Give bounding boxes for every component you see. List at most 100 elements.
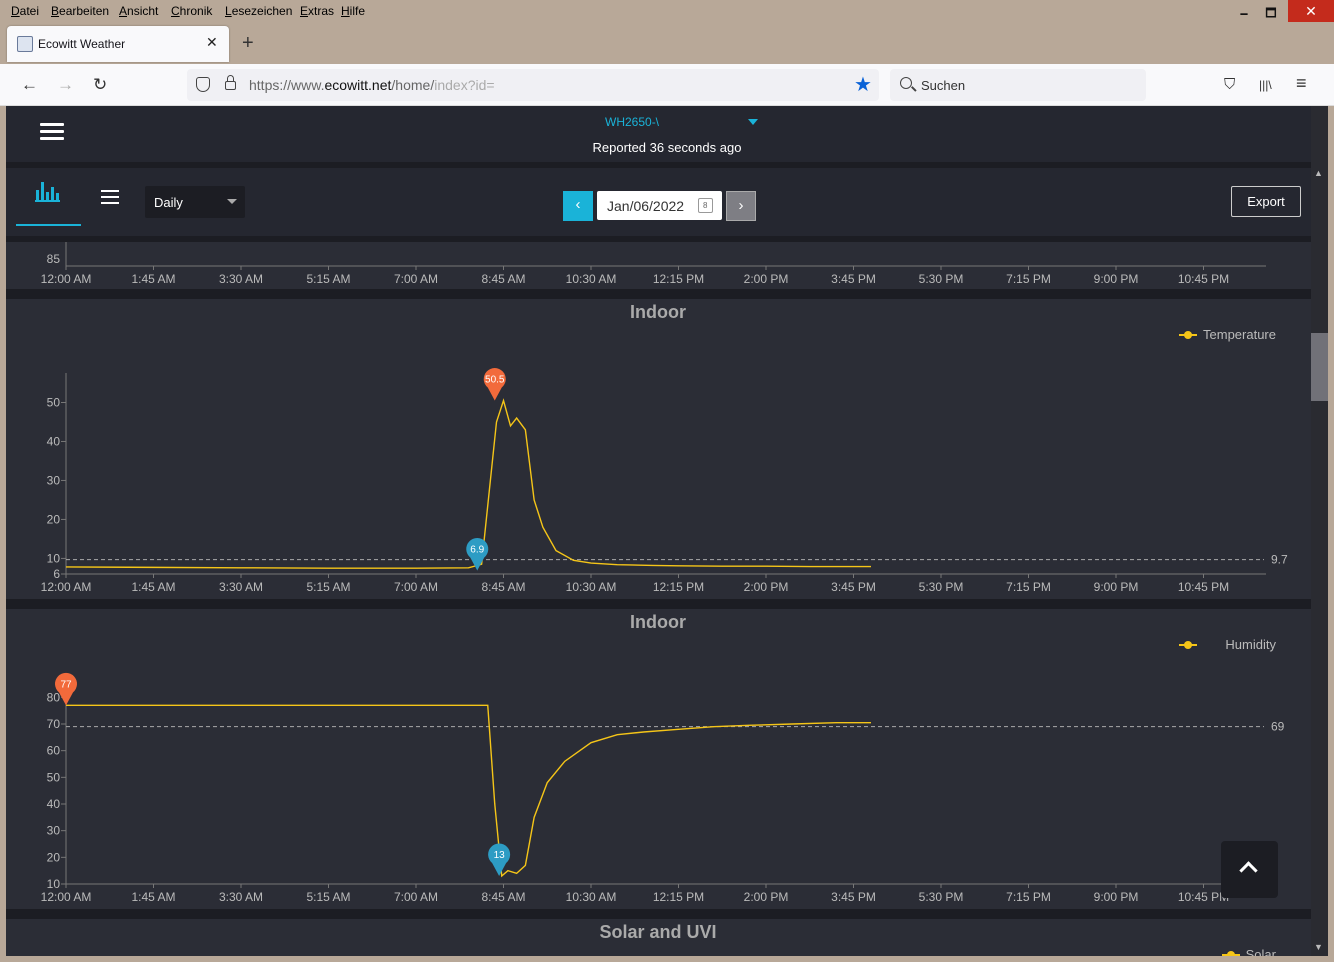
x-tick-label: 12:00 AM <box>41 890 92 904</box>
menu-extras[interactable]: Extras <box>300 4 334 18</box>
address-bar[interactable]: https://www.ecowitt.net/home/index?id= ★ <box>187 69 879 101</box>
series-line-humidity <box>66 704 871 878</box>
forward-arrow-icon[interactable]: → <box>57 75 74 95</box>
date-input[interactable]: Jan/06/2022 8 <box>597 191 722 220</box>
chart-view-tab[interactable] <box>16 168 81 226</box>
y-tick-label: 80 <box>47 690 61 704</box>
scroll-down-arrow-icon[interactable]: ▼ <box>1314 942 1323 952</box>
window-border-bottom <box>0 956 1334 962</box>
chart-indoor-temperature: Indoor Temperature 50 40 30 20 10 612:00 AM 1:45… <box>41 302 1288 594</box>
reload-icon[interactable]: ↻ <box>93 75 107 95</box>
scroll-up-arrow-icon[interactable]: ▲ <box>1314 168 1323 178</box>
y-tick-label: 40 <box>47 434 61 448</box>
chart-solar-uvi: Solar and UVI Solar <box>599 922 1277 956</box>
y-tick-label: 60 <box>47 744 61 758</box>
max-marker-label: 50.5 <box>485 375 505 386</box>
min-marker-label: 13 <box>494 850 506 861</box>
x-tick-label: 5:30 PM <box>919 580 964 594</box>
app-header: WH2650-\ Reported 36 seconds ago <box>6 106 1311 162</box>
export-button[interactable]: Export <box>1231 186 1301 217</box>
x-tick-label: 7:00 AM <box>394 580 438 594</box>
x-tick-label: 12:00 AM <box>41 272 92 286</box>
y-tick-label: 50 <box>47 395 61 409</box>
x-tick-label: 10:30 AM <box>566 890 617 904</box>
menu-datei[interactable]: Datei <box>11 4 39 18</box>
menu-chronik[interactable]: Chronik <box>171 4 212 18</box>
caret-down-icon[interactable] <box>748 119 758 125</box>
device-selector[interactable]: WH2650-\ <box>605 115 659 129</box>
library-icon[interactable]: |||\ <box>1259 78 1272 92</box>
legend-label: Solar <box>1246 947 1277 956</box>
calendar-icon-day: 8 <box>703 201 708 210</box>
y-tick-label: 85 <box>47 252 61 266</box>
max-marker-label: 77 <box>60 679 72 690</box>
bookmark-star-icon[interactable]: ★ <box>854 72 872 97</box>
range-select-value: Daily <box>154 195 183 210</box>
chart-panel-top: 85 12:00 AM 1:45 AM 3:30 AM 5:15 AM 7:00 AM 8:… <box>6 242 1311 289</box>
chart-title: Indoor <box>630 612 686 632</box>
x-tick-label: 5:30 PM <box>919 890 964 904</box>
x-tick-label: 3:30 AM <box>219 580 263 594</box>
average-label: 69 <box>1271 720 1285 734</box>
chart-panel-indoor-temperature: Indoor Temperature 50 40 30 20 10 6 12:00 AM 1:45… <box>6 299 1311 599</box>
x-tick-label: 9:00 PM <box>1094 580 1139 594</box>
menu-lesezeichen[interactable]: Lesezeichen <box>225 4 292 18</box>
average-label: 9.7 <box>1271 553 1288 567</box>
y-tick-label: 30 <box>47 824 61 838</box>
pocket-icon[interactable]: ⛉ <box>1224 76 1235 93</box>
x-tick-label: 1:45 AM <box>131 580 175 594</box>
x-tick-label: 5:30 PM <box>919 272 964 286</box>
y-tick-label: 6 <box>53 567 60 581</box>
new-tab-button[interactable]: + <box>242 32 254 55</box>
y-tick-label: 40 <box>47 797 61 811</box>
chart-panel-solar-uvi: Solar and UVI Solar <box>6 919 1311 956</box>
shield-icon[interactable] <box>196 77 210 92</box>
x-tick-label: 3:45 PM <box>831 580 876 594</box>
x-tick-label: 2:00 PM <box>744 890 789 904</box>
x-tick-label: 5:15 AM <box>306 272 350 286</box>
x-tick-label: 12:00 AM <box>41 580 92 594</box>
back-to-top-button[interactable] <box>1221 841 1278 898</box>
chart-top: 85 12:00 AM 1:45 AM 3:30 AM 5:15 AM 7:00 AM 8:… <box>41 242 1266 286</box>
y-tick-label: 10 <box>47 551 61 565</box>
menu-icon[interactable]: ≡ <box>1296 73 1307 94</box>
previous-day-button[interactable]: ‹ <box>563 191 593 221</box>
scrollbar-thumb[interactable] <box>1311 333 1328 401</box>
x-tick-label: 7:00 AM <box>394 890 438 904</box>
hamburger-menu-icon[interactable] <box>40 123 64 141</box>
page-content: WH2650-\ Reported 36 seconds ago Daily ‹… <box>6 106 1311 956</box>
x-tick-label: 3:30 AM <box>219 272 263 286</box>
x-tick-label: 12:15 PM <box>653 580 704 594</box>
chart-indoor-humidity: Indoor Humidity 80 70 60 50 40 30 20 1012:00 AM 1:… <box>41 612 1285 904</box>
date-value: Jan/06/2022 <box>607 198 685 214</box>
chart-panel-indoor-humidity: Indoor Humidity 80 70 60 50 40 30 20 10 12:00 AM 1:… <box>6 609 1311 909</box>
range-select[interactable]: Daily <box>145 186 245 218</box>
x-tick-label: 1:45 AM <box>131 890 175 904</box>
menu-bearbeiten[interactable]: Bearbeiten <box>51 4 109 18</box>
caret-down-icon <box>227 199 237 204</box>
tab-ecowitt-weather[interactable]: Ecowitt Weather ✕ <box>7 26 229 62</box>
chart-title: Indoor <box>630 302 686 322</box>
scrollbar[interactable] <box>1311 106 1328 956</box>
next-day-button[interactable]: › <box>726 191 756 221</box>
legend-dot <box>1184 331 1192 339</box>
menu-ansicht[interactable]: Ansicht <box>119 4 158 18</box>
x-tick-label: 2:00 PM <box>744 580 789 594</box>
search-input[interactable]: Suchen <box>890 69 1146 101</box>
back-arrow-icon[interactable]: ← <box>21 75 38 95</box>
list-view-icon[interactable] <box>101 190 119 204</box>
x-tick-label: 9:00 PM <box>1094 890 1139 904</box>
x-tick-label: 10:45 PM <box>1178 580 1229 594</box>
max-marker: 50.5 <box>483 368 506 401</box>
search-icon <box>900 77 912 89</box>
window-close-button[interactable]: ✕ <box>1288 0 1334 22</box>
x-tick-label: 8:45 AM <box>481 272 525 286</box>
menu-hilfe[interactable]: Hilfe <box>341 4 365 18</box>
site-favicon-icon <box>17 36 33 52</box>
lock-icon[interactable] <box>225 75 236 90</box>
close-tab-icon[interactable]: ✕ <box>206 34 218 51</box>
x-tick-label: 2:00 PM <box>744 272 789 286</box>
url-text[interactable]: https://www.ecowitt.net/home/index?id= <box>249 77 495 93</box>
calendar-icon[interactable]: 8 <box>698 198 713 213</box>
navigation-bar: ← → ↻ https://www.ecowitt.net/home/index… <box>0 64 1334 106</box>
